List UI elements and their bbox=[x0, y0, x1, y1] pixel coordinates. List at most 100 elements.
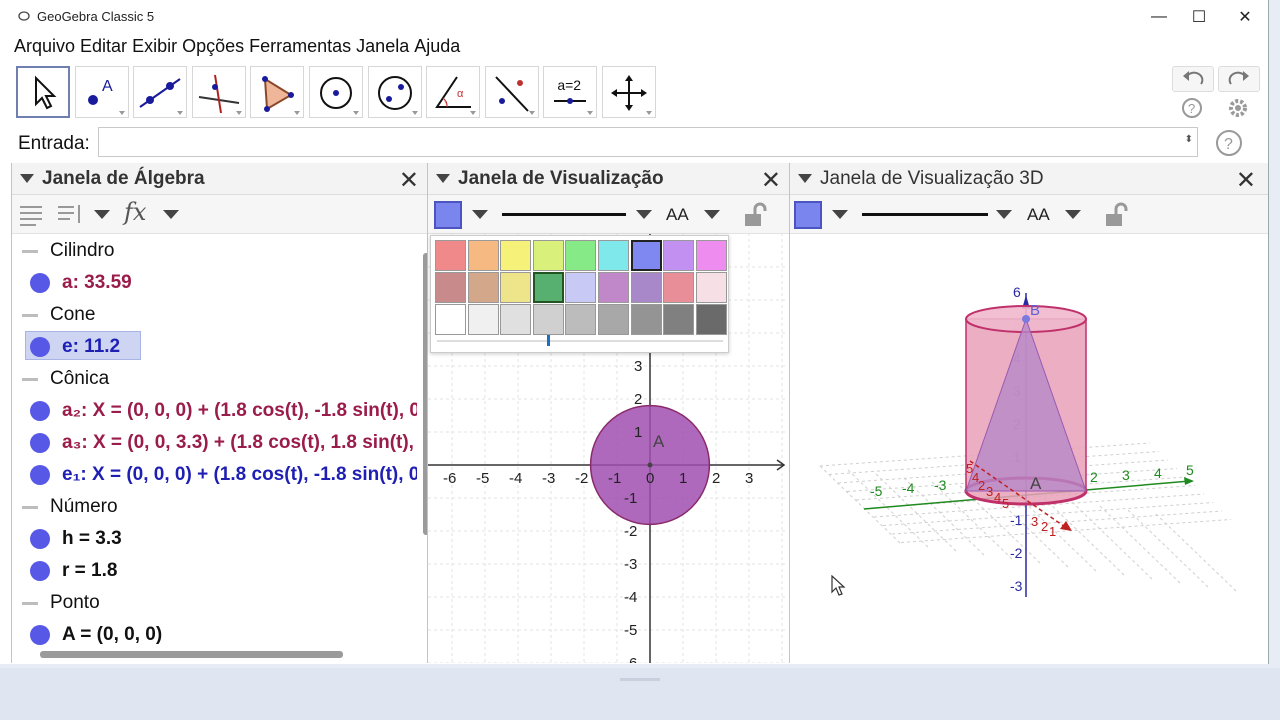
algebra-object-row[interactable]: h = 3.3 bbox=[12, 523, 417, 555]
color-dropdown-icon[interactable] bbox=[472, 210, 488, 219]
algebra-category-row[interactable]: Cônica bbox=[12, 363, 417, 395]
palette-color-cell[interactable] bbox=[467, 304, 499, 335]
reflect-tool-button[interactable] bbox=[484, 66, 539, 118]
palette-color-cell[interactable] bbox=[467, 240, 499, 271]
algebra-object-row[interactable]: a₃: X = (0, 0, 3.3) + (1.8 cos(t), 1.8 s… bbox=[12, 427, 417, 459]
algebra-collapse-icon[interactable] bbox=[20, 174, 34, 183]
algebra-object-row[interactable]: a₂: X = (0, 0, 0) + (1.8 cos(t), -1.8 si… bbox=[12, 395, 417, 427]
palette-color-cell[interactable] bbox=[630, 272, 662, 303]
slider-tool-button[interactable]: a=2 bbox=[543, 66, 598, 118]
fx-dropdown-icon[interactable] bbox=[163, 210, 179, 219]
angle-tool-button[interactable]: α bbox=[426, 66, 481, 118]
algebra-object-row[interactable]: e₁: X = (0, 0, 0) + (1.8 cos(t), -1.8 si… bbox=[12, 459, 417, 491]
menu-opcoes[interactable]: Opções bbox=[182, 36, 244, 58]
visibility-toggle-dot[interactable] bbox=[30, 337, 50, 357]
palette-color-cell[interactable] bbox=[598, 304, 629, 335]
menu-ajuda[interactable]: Ajuda bbox=[414, 36, 460, 58]
unlock-3d-icon[interactable] bbox=[1103, 202, 1129, 228]
visibility-toggle-dot[interactable] bbox=[30, 529, 50, 549]
text-size-button[interactable]: AA bbox=[666, 205, 689, 225]
palette-color-cell[interactable] bbox=[565, 304, 597, 335]
visibility-toggle-dot[interactable] bbox=[30, 561, 50, 581]
graphics-3d-close-button[interactable]: ✕ bbox=[1236, 166, 1256, 195]
graphics-close-button[interactable]: ✕ bbox=[761, 166, 781, 195]
palette-color-cell[interactable] bbox=[663, 240, 695, 271]
menu-ferramentas[interactable]: Ferramentas bbox=[249, 36, 351, 58]
redo-button[interactable] bbox=[1218, 66, 1260, 92]
algebra-close-button[interactable]: ✕ bbox=[399, 166, 419, 195]
collapse-category-icon[interactable] bbox=[22, 250, 38, 253]
palette-color-cell[interactable] bbox=[565, 240, 597, 271]
menu-arquivo[interactable]: Arquivo bbox=[14, 36, 75, 58]
undo-button[interactable] bbox=[1172, 66, 1214, 92]
visibility-toggle-dot[interactable] bbox=[30, 625, 50, 645]
fx-icon[interactable]: fx bbox=[124, 198, 146, 226]
palette-color-cell[interactable] bbox=[695, 272, 727, 303]
palette-color-cell[interactable] bbox=[435, 240, 466, 271]
graphics-3d-collapse-icon[interactable] bbox=[798, 174, 812, 183]
palette-color-cell[interactable] bbox=[532, 240, 564, 271]
visibility-toggle-dot[interactable] bbox=[30, 465, 50, 485]
palette-color-cell[interactable] bbox=[467, 272, 499, 303]
algebra-category-row[interactable]: Cilindro bbox=[12, 235, 417, 267]
algebra-category-row[interactable]: Cone bbox=[12, 299, 417, 331]
algebra-category-row[interactable]: Número bbox=[12, 491, 417, 523]
line-style-3d-preview[interactable] bbox=[862, 213, 988, 216]
description-mode-icon[interactable] bbox=[18, 201, 44, 227]
palette-color-cell[interactable] bbox=[435, 272, 466, 303]
algebra-category-row[interactable]: Ponto bbox=[12, 587, 417, 619]
menu-exibir[interactable]: Exibir bbox=[132, 36, 177, 58]
opacity-slider-track[interactable] bbox=[437, 340, 723, 342]
algebra-object-row[interactable]: a: 33.59 bbox=[12, 267, 417, 299]
input-field[interactable]: ⬍ bbox=[98, 127, 1198, 157]
line-style-preview[interactable] bbox=[502, 213, 626, 216]
move-tool-button[interactable] bbox=[16, 66, 70, 118]
circle-tool-button[interactable] bbox=[308, 66, 363, 118]
sort-dropdown-icon[interactable] bbox=[94, 210, 110, 219]
palette-color-cell[interactable] bbox=[435, 304, 466, 335]
algebra-object-row[interactable]: r = 1.8 bbox=[12, 555, 417, 587]
collapse-category-icon[interactable] bbox=[22, 602, 38, 605]
settings-gear-icon[interactable] bbox=[1226, 96, 1250, 120]
algebra-object-row[interactable]: e: 11.2 bbox=[12, 331, 417, 363]
visibility-toggle-dot[interactable] bbox=[30, 273, 50, 293]
algebra-object-row[interactable]: A = (0, 0, 0) bbox=[12, 619, 417, 651]
text-size-dropdown-icon[interactable] bbox=[704, 210, 720, 219]
palette-color-cell[interactable] bbox=[532, 272, 564, 303]
visibility-toggle-dot[interactable] bbox=[30, 433, 50, 453]
palette-color-cell[interactable] bbox=[532, 304, 564, 335]
palette-color-cell[interactable] bbox=[500, 272, 532, 303]
palette-color-cell[interactable] bbox=[663, 304, 695, 335]
palette-color-cell[interactable] bbox=[663, 272, 695, 303]
text-size-3d-dropdown-icon[interactable] bbox=[1065, 210, 1081, 219]
menu-janela[interactable]: Janela bbox=[356, 36, 409, 58]
sort-icon[interactable] bbox=[56, 201, 84, 227]
palette-color-cell[interactable] bbox=[630, 304, 662, 335]
palette-color-cell[interactable] bbox=[630, 240, 662, 271]
palette-color-cell[interactable] bbox=[695, 304, 727, 335]
collapse-category-icon[interactable] bbox=[22, 314, 38, 317]
line-style-3d-dropdown-icon[interactable] bbox=[996, 210, 1012, 219]
opacity-slider-handle[interactable] bbox=[547, 334, 550, 346]
help-icon[interactable]: ? bbox=[1181, 97, 1203, 119]
collapse-category-icon[interactable] bbox=[22, 378, 38, 381]
line-tool-button[interactable] bbox=[133, 66, 188, 118]
maximize-button[interactable]: ☐ bbox=[1176, 0, 1222, 33]
unlock-icon[interactable] bbox=[742, 202, 768, 228]
perpendicular-line-tool-button[interactable] bbox=[191, 66, 246, 118]
input-help-icon[interactable]: ? bbox=[1215, 129, 1243, 157]
polygon-tool-button[interactable] bbox=[250, 66, 305, 118]
palette-color-cell[interactable] bbox=[695, 240, 727, 271]
conic-tool-button[interactable] bbox=[367, 66, 422, 118]
text-size-3d-button[interactable]: AA bbox=[1027, 205, 1050, 225]
palette-color-cell[interactable] bbox=[598, 272, 629, 303]
move-graphics-tool-button[interactable] bbox=[601, 66, 656, 118]
input-dropdown-icon[interactable]: ⬍ bbox=[1185, 134, 1193, 145]
algebra-horizontal-scrollbar[interactable] bbox=[40, 651, 343, 658]
line-style-dropdown-icon[interactable] bbox=[636, 210, 652, 219]
palette-color-cell[interactable] bbox=[565, 272, 597, 303]
graphics-3d-canvas[interactable]: -5-4-32345654321-1-2-3BA543212345 bbox=[790, 233, 1268, 663]
palette-color-cell[interactable] bbox=[500, 240, 532, 271]
color-swatch-3d-button[interactable] bbox=[794, 201, 822, 229]
palette-color-cell[interactable] bbox=[500, 304, 532, 335]
